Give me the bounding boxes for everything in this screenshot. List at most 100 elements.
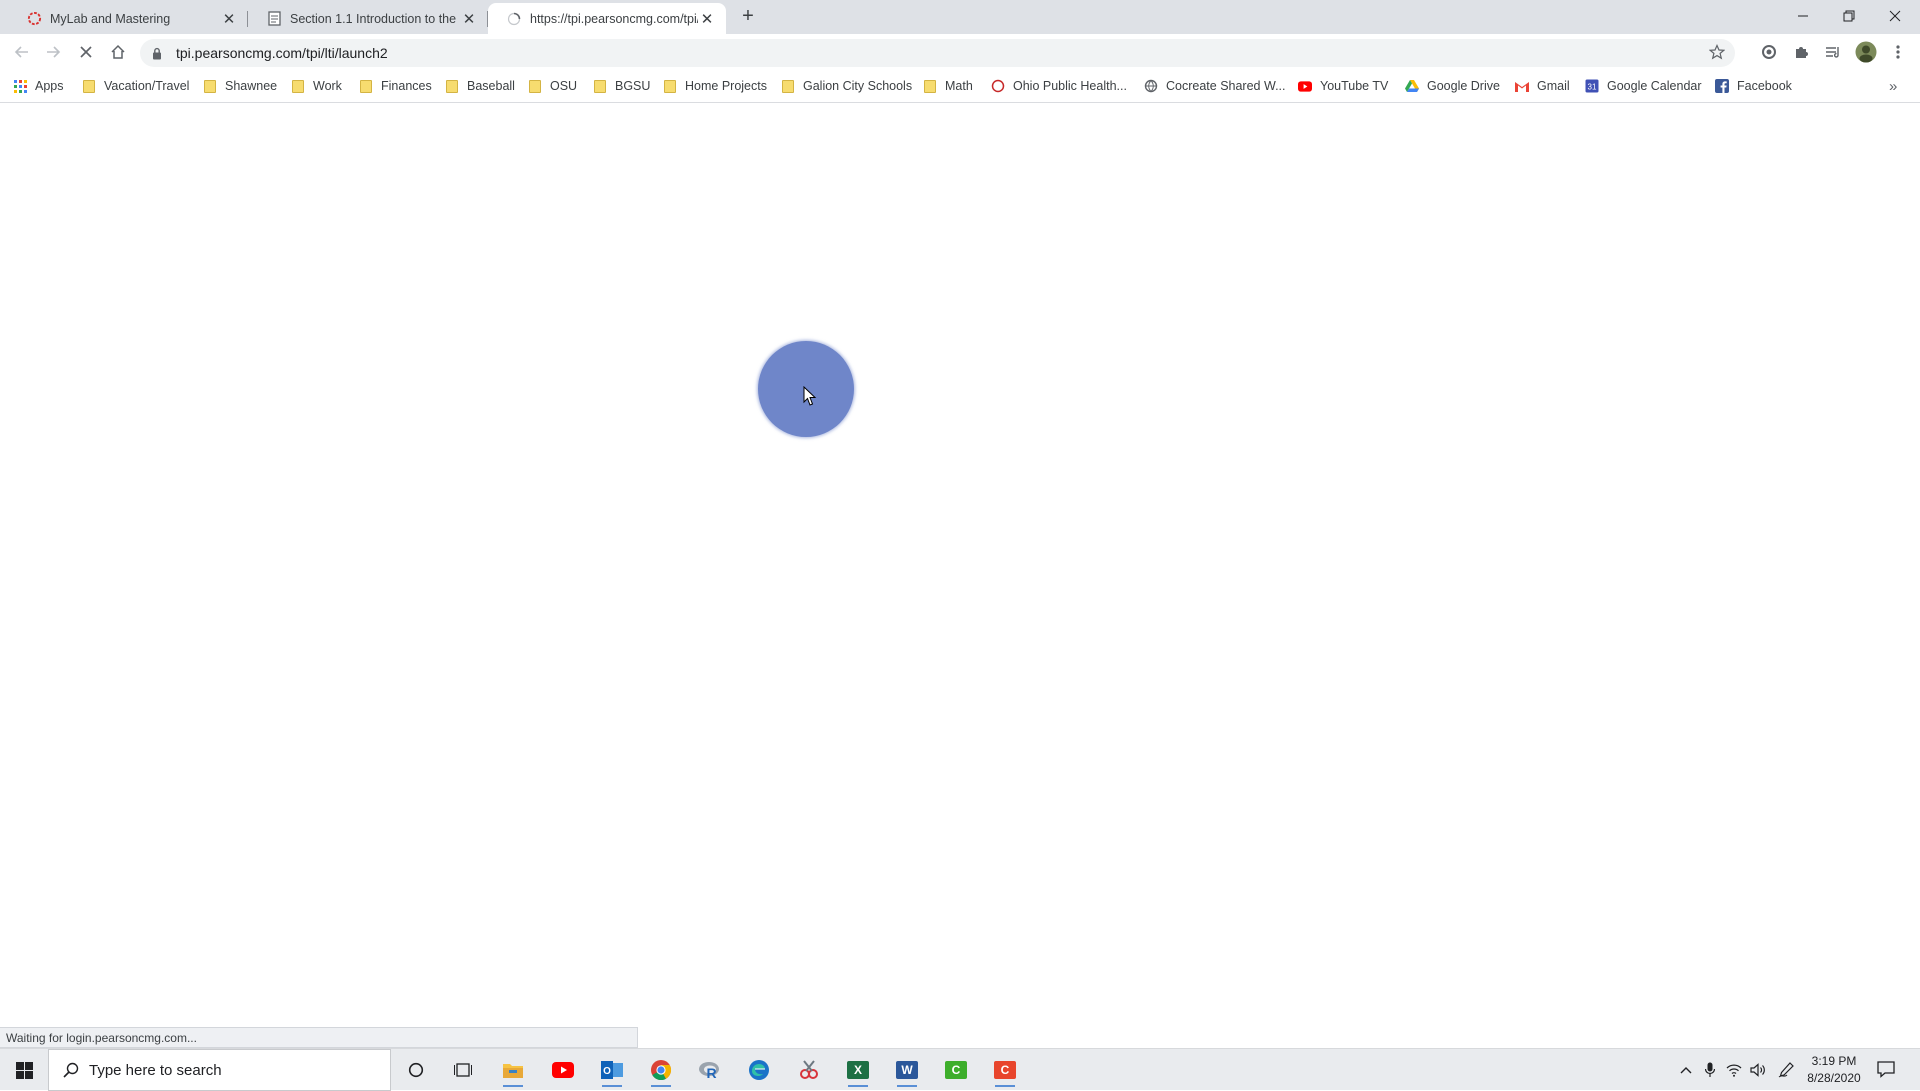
file-explorer-icon[interactable] [495, 1053, 531, 1087]
bookmark-folder-galion[interactable]: Galion City Schools [781, 76, 912, 96]
youtube-app-icon[interactable] [545, 1053, 581, 1087]
close-window-icon[interactable] [1872, 0, 1918, 32]
close-tab-icon[interactable]: ✕ [460, 10, 478, 28]
excel-icon[interactable]: X [840, 1053, 876, 1087]
bookmark-folder-finances[interactable]: Finances [359, 76, 432, 96]
bookmark-label: BGSU [615, 79, 651, 93]
address-bar[interactable]: tpi.pearsoncmg.com/tpi/lti/launch2 [140, 39, 1735, 67]
bookmark-label: Shawnee [225, 79, 278, 93]
folder-icon [663, 79, 677, 93]
folder-icon [445, 79, 459, 93]
more-menu-icon[interactable] [1888, 42, 1908, 62]
bookmark-folder-shawnee[interactable]: Shawnee [203, 76, 277, 96]
bookmark-folder-baseball[interactable]: Baseball [445, 76, 515, 96]
bookmark-folder-vacation[interactable]: Vacation/Travel [82, 76, 189, 96]
profile-avatar[interactable] [1855, 41, 1877, 63]
outlook-icon[interactable]: O [594, 1053, 630, 1087]
show-hidden-icons-chevron-icon[interactable] [1677, 1061, 1695, 1079]
camtasia-green-icon[interactable]: C [938, 1053, 974, 1087]
bookmark-folder-bgsu[interactable]: BGSU [593, 76, 650, 96]
search-placeholder: Type here to search [89, 1061, 222, 1079]
loading-spinner-icon [506, 11, 522, 27]
folder-icon [203, 79, 217, 93]
bookmark-gmail[interactable]: Gmail [1515, 76, 1570, 96]
folder-icon [359, 79, 373, 93]
bookmark-ohio-public-health[interactable]: Ohio Public Health... [991, 76, 1127, 96]
bookmark-label: Gmail [1537, 79, 1570, 93]
bookmark-label: OSU [550, 79, 578, 93]
bookmark-apps[interactable]: Apps [13, 76, 64, 96]
tab-mylab[interactable]: MyLab and Mastering ✕ [8, 3, 248, 34]
bookmark-folder-osu[interactable]: OSU [528, 76, 577, 96]
word-icon[interactable]: W [889, 1053, 925, 1087]
chrome-icon[interactable] [643, 1053, 679, 1087]
action-center-notification-icon[interactable] [1876, 1059, 1898, 1081]
back-arrow-icon[interactable] [8, 38, 36, 66]
media-queue-icon[interactable] [1823, 42, 1843, 62]
pen-workspace-icon[interactable] [1777, 1061, 1795, 1079]
globe-icon [1144, 79, 1158, 93]
forward-arrow-icon[interactable] [39, 38, 67, 66]
bookmark-label: Vacation/Travel [104, 79, 190, 93]
edge-icon[interactable] [741, 1053, 777, 1087]
gmail-icon [1515, 79, 1529, 93]
volume-icon[interactable] [1749, 1061, 1767, 1079]
browser-toolbar: tpi.pearsoncmg.com/tpi/lti/launch2 [0, 34, 1920, 70]
r-language-icon[interactable]: R [692, 1053, 728, 1087]
google-drive-icon [1405, 79, 1419, 93]
restore-icon[interactable] [1826, 0, 1872, 32]
extension-circle-icon[interactable] [1759, 42, 1779, 62]
folder-icon [593, 79, 607, 93]
youtube-icon [1298, 79, 1312, 93]
wifi-icon[interactable] [1725, 1061, 1743, 1079]
tab-section[interactable]: Section 1.1 Introduction to the P ✕ [248, 3, 488, 34]
tab-strip: MyLab and Mastering ✕ Section 1.1 Introd… [0, 0, 1920, 34]
snipping-tool-icon[interactable] [791, 1053, 827, 1087]
page-content [0, 104, 1920, 1048]
lock-icon [152, 47, 166, 60]
bookmark-label: Work [313, 79, 342, 93]
url-text: tpi.pearsoncmg.com/tpi/lti/launch2 [176, 45, 388, 61]
camtasia-recorder-icon[interactable]: C [987, 1053, 1023, 1087]
bookmark-label: Apps [35, 79, 64, 93]
bookmarks-overflow-chevron-icon[interactable]: » [1889, 76, 1897, 96]
tab-active-pearson[interactable]: https://tpi.pearsoncmg.com/tpi/l ✕ [488, 3, 726, 34]
taskbar-search-box[interactable]: Type here to search [48, 1049, 391, 1091]
microphone-icon[interactable] [1701, 1061, 1719, 1079]
bookmark-youtube-tv[interactable]: YouTube TV [1298, 76, 1388, 96]
windows-start-icon[interactable] [0, 1049, 48, 1091]
bookmark-facebook[interactable]: Facebook [1715, 76, 1792, 96]
bookmark-folder-math[interactable]: Math [923, 76, 973, 96]
bookmark-google-drive[interactable]: Google Drive [1405, 76, 1500, 96]
apps-grid-icon [13, 79, 27, 93]
bookmarks-bar: Apps Vacation/Travel Shawnee Work Financ… [0, 70, 1920, 103]
taskbar-clock[interactable]: 3:19 PM 8/28/2020 [1800, 1053, 1868, 1087]
folder-icon [82, 79, 96, 93]
close-tab-icon[interactable]: ✕ [698, 10, 716, 28]
bookmark-cocreate[interactable]: Cocreate Shared W... [1144, 76, 1286, 96]
bookmark-folder-home-projects[interactable]: Home Projects [663, 76, 767, 96]
pearson-mylab-icon [26, 11, 42, 27]
bookmark-label: Facebook [1737, 79, 1792, 93]
bookmark-google-calendar[interactable]: 31 Google Calendar [1585, 76, 1702, 96]
stop-loading-icon[interactable] [72, 38, 100, 66]
minimize-icon[interactable] [1780, 0, 1826, 32]
cortana-circle-icon[interactable] [398, 1053, 434, 1087]
svg-text:R: R [706, 1065, 716, 1080]
bookmark-star-icon[interactable] [1708, 44, 1726, 63]
mouse-cursor-icon [803, 386, 817, 406]
document-icon [266, 11, 282, 27]
close-tab-icon[interactable]: ✕ [220, 10, 238, 28]
task-view-icon[interactable] [445, 1053, 481, 1087]
windows-taskbar: Type here to search O R X W C C 3:19 PM … [0, 1048, 1920, 1091]
bookmark-folder-work[interactable]: Work [291, 76, 342, 96]
folder-icon [923, 79, 937, 93]
clock-time: 3:19 PM [1811, 1054, 1857, 1068]
svg-text:O: O [603, 1066, 611, 1077]
puzzle-extensions-icon[interactable] [1791, 42, 1811, 62]
new-tab-button[interactable]: + [737, 5, 759, 27]
bookmark-label: Google Calendar [1607, 79, 1702, 93]
bookmark-label: Cocreate Shared W... [1166, 79, 1286, 93]
folder-icon [781, 79, 795, 93]
home-icon[interactable] [104, 38, 132, 66]
